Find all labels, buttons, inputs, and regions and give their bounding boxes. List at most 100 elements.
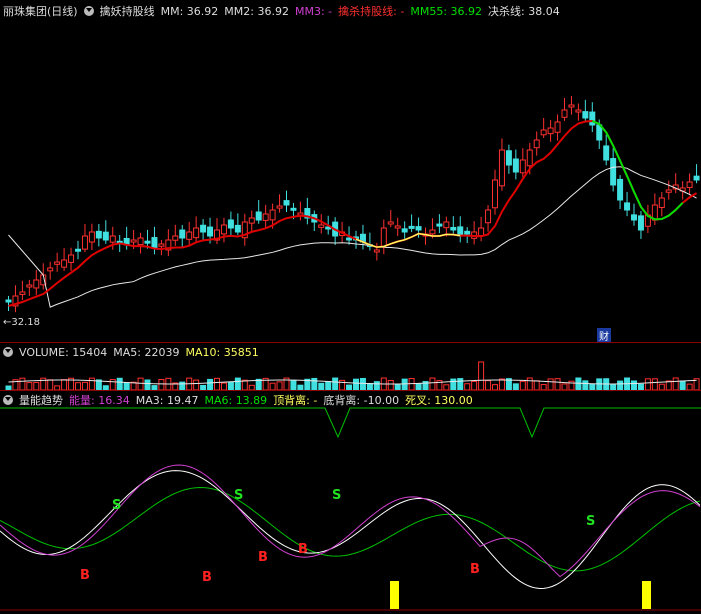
volume-bar: [158, 378, 165, 390]
volume-bar: [401, 378, 408, 390]
candle: [102, 231, 109, 241]
candle: [415, 226, 422, 231]
volume-bar: [137, 377, 144, 390]
volume-bar: [547, 378, 554, 390]
volume-bar: [144, 379, 151, 390]
volume-bar: [485, 380, 492, 390]
candle: [137, 237, 144, 246]
volume-bar: [123, 382, 130, 390]
candle: [603, 145, 610, 161]
volume-bar: [478, 361, 485, 390]
volume-bar: [75, 382, 81, 390]
vol-ma5: MA5: 22039: [113, 345, 180, 359]
candle: [624, 202, 631, 211]
candle: [5, 299, 12, 303]
volume-menu-icon[interactable]: [3, 347, 13, 357]
candle: [207, 226, 214, 237]
candle: [519, 159, 526, 174]
candle: [617, 178, 624, 201]
volume-bar: [47, 379, 54, 390]
volume-bar: [241, 379, 248, 390]
volume-bar: [269, 382, 276, 390]
candle: [88, 231, 95, 243]
volume-bar: [554, 378, 561, 390]
volume-bar: [234, 377, 241, 390]
candle: [401, 228, 408, 233]
volume-bar: [318, 382, 325, 390]
candle: [290, 207, 297, 211]
volume-bar: [325, 381, 332, 390]
buy-signal: B: [298, 542, 308, 557]
volume-bar: [672, 377, 679, 390]
candle: [172, 235, 179, 241]
candle: [637, 215, 644, 231]
candle: [394, 225, 401, 229]
volume-bar: [88, 377, 95, 390]
candle: [665, 189, 672, 193]
volume-title: VOLUME: 15404: [19, 345, 108, 359]
vol-ma10: MA10: 35851: [185, 345, 259, 359]
candle: [26, 284, 33, 288]
candle: [631, 214, 637, 221]
candle: [568, 104, 575, 108]
volume-bar: [207, 378, 214, 390]
candle: [464, 230, 471, 235]
candle: [68, 254, 75, 263]
candle: [526, 149, 533, 167]
candle: [478, 227, 485, 237]
volume-bar: [533, 380, 540, 390]
candle: [158, 243, 165, 247]
volume-bar: [471, 380, 478, 390]
energy-chart[interactable]: B B B B B S S S S: [0, 405, 701, 614]
candle: [658, 197, 665, 208]
candle: [276, 205, 283, 209]
candle: [186, 231, 193, 240]
candle: [255, 211, 262, 221]
volume-bar: [498, 378, 505, 390]
energy-ma3-line: [0, 470, 701, 589]
candle: [346, 237, 353, 241]
candle: [19, 291, 26, 295]
buy-signal: B: [80, 568, 90, 583]
candle: [582, 111, 589, 119]
candle: [498, 149, 505, 187]
candle: [248, 217, 255, 224]
volume-bar: [33, 381, 40, 390]
yellow-signal-bar: [642, 581, 651, 609]
candle: [200, 224, 207, 233]
volume-bar: [81, 381, 88, 390]
sell-signal: S: [112, 498, 121, 513]
candle: [81, 235, 88, 250]
candle: [512, 158, 519, 173]
buy-signal: B: [258, 550, 268, 565]
sell-signal: S: [234, 488, 243, 503]
price-chart[interactable]: [0, 0, 701, 342]
volume-bar: [61, 379, 68, 390]
candle: [485, 209, 492, 224]
volume-bar: [116, 377, 123, 390]
candle: [234, 224, 241, 233]
volume-header: VOLUME: 15404 MA5: 22039 MA10: 35851: [0, 343, 259, 361]
volume-bar: [582, 380, 589, 390]
volume-bar: [311, 377, 318, 390]
energy-menu-icon[interactable]: [3, 395, 13, 405]
candle: [547, 127, 554, 135]
candle: [373, 249, 380, 253]
candle: [193, 227, 200, 239]
volume-bar: [429, 377, 436, 390]
event-badge[interactable]: 财: [597, 328, 611, 343]
volume-bar: [665, 380, 672, 390]
volume-bar: [519, 380, 526, 390]
candle: [436, 223, 443, 227]
volume-bar: [332, 377, 339, 390]
candle: [561, 109, 568, 118]
volume-bar: [26, 382, 33, 390]
volume-bar: [631, 380, 637, 390]
candle: [505, 150, 512, 166]
volume-chart[interactable]: [0, 360, 701, 390]
volume-bar: [679, 380, 686, 390]
volume-bar: [290, 379, 297, 390]
volume-bar: [457, 378, 464, 390]
price-low-annotation: ←32.18: [3, 317, 41, 328]
mm-red-line: [8, 119, 698, 307]
